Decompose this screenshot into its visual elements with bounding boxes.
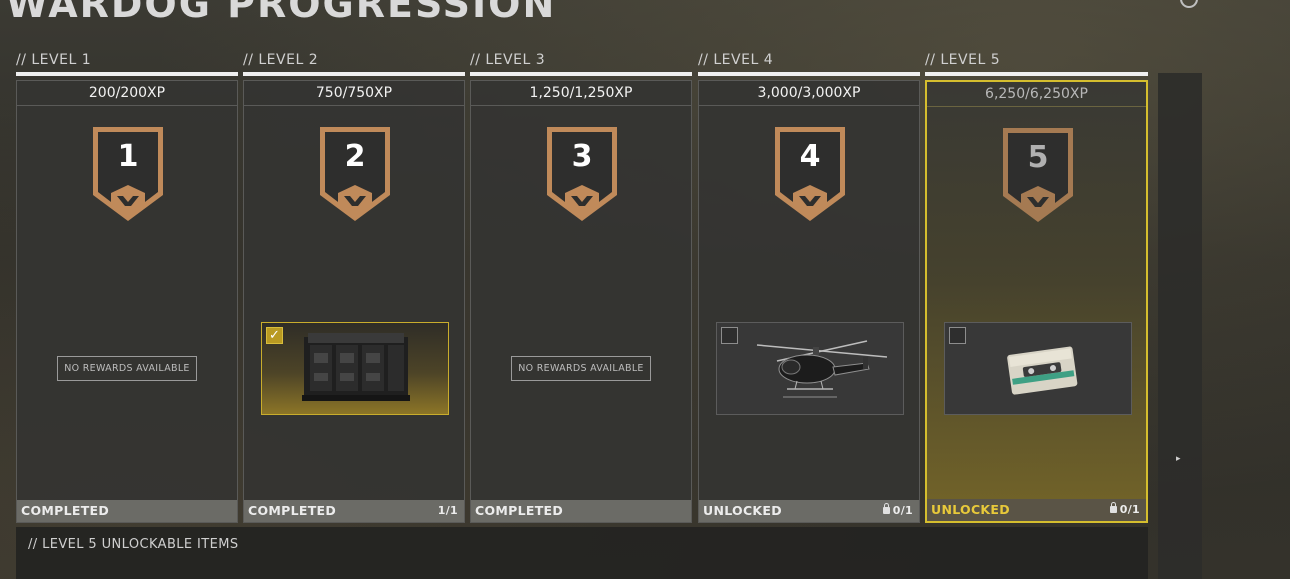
level-5-progress-bar [925,72,1148,76]
level-card-1[interactable]: 200/200XP 1 NO REWARDS AVAILABLE COMPLET… [16,80,238,523]
wardog-emblem-icon: 2 [316,125,394,225]
crate-image [302,333,410,401]
level-number: 5 [1027,140,1049,175]
status-bar: COMPLETED [17,500,237,522]
status-bar: UNLOCKED 0/1 [699,500,919,522]
level-2-header: // LEVEL 2 [243,52,319,68]
helicopter-image [756,340,888,398]
status-label: COMPLETED [21,503,110,518]
chevron-right-icon[interactable]: ▸ [1176,454,1181,464]
status-label: COMPLETED [475,503,564,518]
no-rewards-label: NO REWARDS AVAILABLE [57,356,197,381]
level-number: 4 [799,139,821,174]
xp-label: 1,250/1,250XP [471,81,691,106]
level-card-3[interactable]: 1,250/1,250XP 3 NO REWARDS AVAILABLE COM… [470,80,692,523]
lock-icon [882,503,890,514]
no-rewards-label: NO REWARDS AVAILABLE [511,356,651,381]
level-1-progress-bar [16,72,238,76]
reward-count-value: 0/1 [1119,503,1140,516]
side-scroll-panel [1158,73,1202,579]
unlockable-items-panel: // LEVEL 5 UNLOCKABLE ITEMS [16,527,1148,579]
status-bar: COMPLETED 1/1 [244,500,464,522]
xp-label: 200/200XP [17,81,237,106]
info-icon[interactable] [1180,0,1198,8]
reward-item-cassette[interactable] [944,322,1132,415]
lock-icon [1109,502,1117,513]
level-3-progress-bar [470,72,692,76]
wardog-emblem-icon: 3 [543,125,621,225]
level-3-header: // LEVEL 3 [470,52,546,68]
page-title: WARDOG PROGRESSION [6,0,557,26]
level-4-header: // LEVEL 4 [698,52,774,68]
reward-count: 0/1 [882,500,913,522]
reward-count-value: 0/1 [892,504,913,517]
level-2-progress-bar [243,72,465,76]
level-1-header: // LEVEL 1 [16,52,92,68]
level-number: 2 [344,139,366,174]
level-5-header: // LEVEL 5 [925,52,1001,68]
status-label: UNLOCKED [703,503,782,518]
level-number: 3 [571,139,593,174]
xp-label: 6,250/6,250XP [927,82,1146,107]
unlockable-items-title: // LEVEL 5 UNLOCKABLE ITEMS [28,537,239,552]
reward-count: 0/1 [1109,499,1140,521]
status-bar: COMPLETED [471,500,691,522]
wardog-emblem-icon: 5 [999,126,1077,226]
reward-item-helicopter[interactable] [716,322,904,415]
status-label: UNLOCKED [931,502,1010,517]
level-card-4[interactable]: 3,000/3,000XP 4 UNLOCKED 0/1 [698,80,920,523]
level-card-5[interactable]: 6,250/6,250XP 5 UNLOCKED 0/1 [925,80,1148,523]
wardog-emblem-icon: 1 [89,125,167,225]
status-bar: UNLOCKED 0/1 [927,499,1146,521]
status-label: COMPLETED [248,503,337,518]
cassette-image [1007,346,1078,395]
level-card-2[interactable]: 750/750XP 2 ✓ COMPLETED 1/1 [243,80,465,523]
reward-item-crate[interactable]: ✓ [261,322,449,415]
reward-count: 1/1 [437,504,458,517]
wardog-emblem-icon: 4 [771,125,849,225]
level-number: 1 [117,139,139,174]
xp-label: 3,000/3,000XP [699,81,919,106]
level-4-progress-bar [698,72,920,76]
xp-label: 750/750XP [244,81,464,106]
